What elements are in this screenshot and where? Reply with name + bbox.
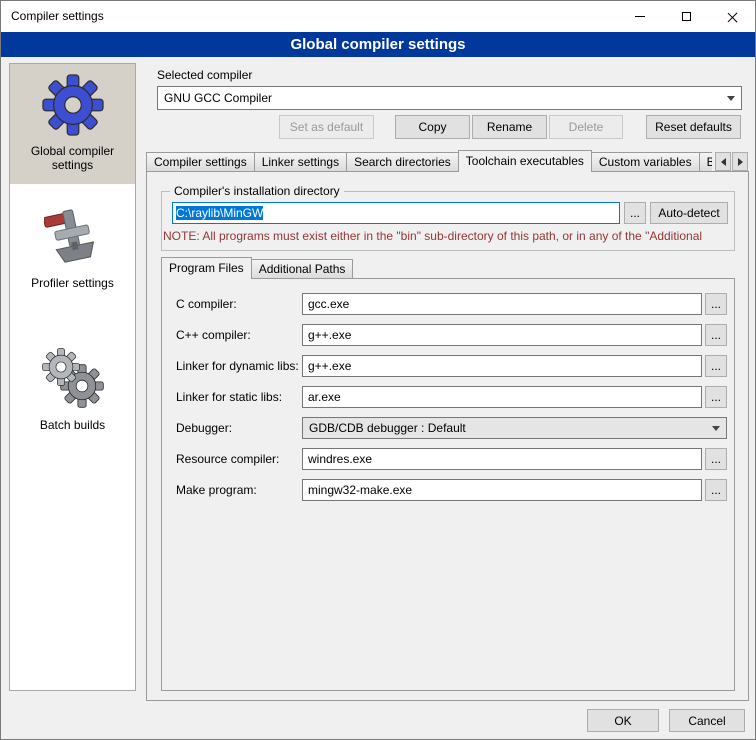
form-row-make-program: Make program: ... [176,479,728,503]
resource-compiler-browse-button[interactable]: ... [705,448,727,470]
install-dir-selected-text: C:\raylib\MinGW [176,206,263,220]
cancel-button[interactable]: Cancel [669,709,745,732]
selected-compiler-label: Selected compiler [157,68,252,82]
note-text: NOTE: All programs must exist either in … [163,229,747,243]
make-program-browse-button[interactable]: ... [705,479,727,501]
form-row-debugger: Debugger: GDB/CDB debugger : Default [176,417,728,441]
sidebar-item-profiler-settings[interactable]: Profiler settings [10,196,135,302]
sidebar-item-label: Global compiler settings [12,144,133,172]
field-label: C++ compiler: [176,328,251,342]
minimize-icon [635,16,645,17]
chevron-down-icon [727,96,735,101]
tab-toolchain-executables[interactable]: Toolchain executables [458,150,592,172]
field-label: Resource compiler: [176,452,279,466]
c-compiler-input[interactable] [302,293,702,315]
field-label: Debugger: [176,421,232,435]
sidebar-item-label: Batch builds [12,418,133,432]
ok-button[interactable]: OK [587,709,659,732]
tab-build-options[interactable]: Buil [699,152,712,172]
close-icon [726,11,738,23]
chevron-down-icon [712,426,720,431]
cpp-compiler-input[interactable] [302,324,702,346]
reset-defaults-button[interactable]: Reset defaults [646,115,741,139]
settings-tab-strip: Compiler settings Linker settings Search… [146,150,712,172]
page-title: Global compiler settings [1,32,755,57]
copy-button[interactable]: Copy [395,115,470,139]
blue-gear-icon [42,74,104,136]
delete-button[interactable]: Delete [549,115,623,139]
form-row-c-compiler: C compiler: ... [176,293,728,317]
selected-compiler-combo[interactable]: GNU GCC Compiler [157,86,742,110]
tab-search-directories[interactable]: Search directories [346,152,459,172]
window-controls [617,1,755,32]
toolchain-subtab-strip: Program Files Additional Paths [161,257,353,279]
field-label: Linker for static libs: [176,390,282,404]
field-label: Make program: [176,483,257,497]
dynamic-linker-input[interactable] [302,355,702,377]
minimize-button[interactable] [617,1,663,32]
form-row-static-linker: Linker for static libs: ... [176,386,728,410]
tab-linker-settings[interactable]: Linker settings [254,152,347,172]
tab-additional-paths[interactable]: Additional Paths [251,259,354,279]
auto-detect-button[interactable]: Auto-detect [650,202,728,224]
tab-custom-variables[interactable]: Custom variables [591,152,700,172]
resource-compiler-input[interactable] [302,448,702,470]
field-label: C compiler: [176,297,237,311]
compiler-install-dir-input[interactable]: C:\raylib\MinGW [172,202,620,224]
cpp-compiler-browse-button[interactable]: ... [705,324,727,346]
window-title: Compiler settings [11,1,104,32]
sidebar-item-batch-builds[interactable]: Batch builds [10,338,135,444]
debugger-combo[interactable]: GDB/CDB debugger : Default [302,417,727,439]
static-linker-browse-button[interactable]: ... [705,386,727,408]
install-dir-group-label: Compiler's installation directory [170,184,344,198]
window-titlebar[interactable]: Compiler settings [1,1,755,32]
dynamic-linker-browse-button[interactable]: ... [705,355,727,377]
program-files-panel: C compiler: ... C++ compiler: ... Linker… [161,278,735,691]
debugger-value: GDB/CDB debugger : Default [309,421,466,435]
form-row-resource-compiler: Resource compiler: ... [176,448,728,472]
tab-compiler-settings[interactable]: Compiler settings [146,152,255,172]
gray-gears-icon [42,348,104,410]
profiler-tool-icon [44,206,102,268]
set-as-default-button[interactable]: Set as default [279,115,374,139]
install-dir-browse-button[interactable]: ... [624,202,646,224]
rename-button[interactable]: Rename [472,115,547,139]
close-button[interactable] [709,1,755,32]
c-compiler-browse-button[interactable]: ... [705,293,727,315]
selected-compiler-value: GNU GCC Compiler [164,91,272,105]
tab-program-files[interactable]: Program Files [161,257,252,279]
arrow-left-icon [721,158,726,166]
compiler-settings-dialog: Compiler settings Global compiler settin… [0,0,756,740]
tab-scroll-right-button[interactable] [732,152,748,171]
form-row-cpp-compiler: C++ compiler: ... [176,324,728,348]
static-linker-input[interactable] [302,386,702,408]
settings-sidebar: Global compiler settings Profiler settin… [9,63,136,691]
maximize-button[interactable] [663,1,709,32]
field-label: Linker for dynamic libs: [176,359,299,373]
sidebar-item-global-compiler-settings[interactable]: Global compiler settings [10,64,135,184]
make-program-input[interactable] [302,479,702,501]
maximize-icon [682,12,691,21]
arrow-right-icon [738,158,743,166]
form-row-dynamic-linker: Linker for dynamic libs: ... [176,355,728,379]
sidebar-item-label: Profiler settings [12,276,133,290]
tab-scroll-left-button[interactable] [715,152,731,171]
